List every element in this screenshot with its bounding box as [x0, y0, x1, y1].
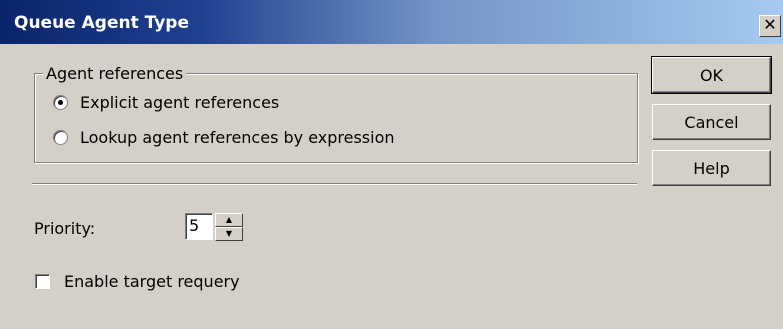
- cancel-button[interactable]: Cancel: [652, 104, 771, 140]
- radio-explicit-agent-references[interactable]: Explicit agent references: [53, 93, 279, 112]
- enable-target-requery-checkbox[interactable]: [35, 274, 50, 289]
- enable-target-requery-row[interactable]: Enable target requery: [35, 272, 240, 291]
- priority-input[interactable]: 5: [185, 213, 213, 240]
- enable-target-requery-label: Enable target requery: [64, 272, 240, 291]
- separator-line: [32, 183, 637, 185]
- close-icon: ✕: [763, 15, 777, 34]
- title-bar: Queue Agent Type ✕: [0, 0, 783, 44]
- priority-spin-up-button[interactable]: ▲: [215, 213, 243, 227]
- radio-lookup-agent-references[interactable]: Lookup agent references by expression: [53, 128, 395, 147]
- priority-spin-down-button[interactable]: ▼: [215, 227, 243, 241]
- window-title: Queue Agent Type: [14, 13, 189, 33]
- close-button[interactable]: ✕: [759, 15, 781, 37]
- radio-label-explicit: Explicit agent references: [80, 93, 280, 112]
- arrow-down-icon: ▼: [225, 229, 233, 238]
- agent-references-legend: Agent references: [43, 64, 187, 83]
- arrow-up-icon: ▲: [225, 215, 233, 224]
- priority-label: Priority:: [34, 219, 96, 238]
- radio-label-lookup: Lookup agent references by expression: [80, 128, 395, 147]
- radio-button-unchecked[interactable]: [53, 130, 68, 145]
- radio-button-checked[interactable]: [53, 95, 68, 110]
- ok-button[interactable]: OK: [651, 56, 772, 94]
- agent-references-group: [34, 73, 638, 163]
- help-button[interactable]: Help: [652, 150, 771, 186]
